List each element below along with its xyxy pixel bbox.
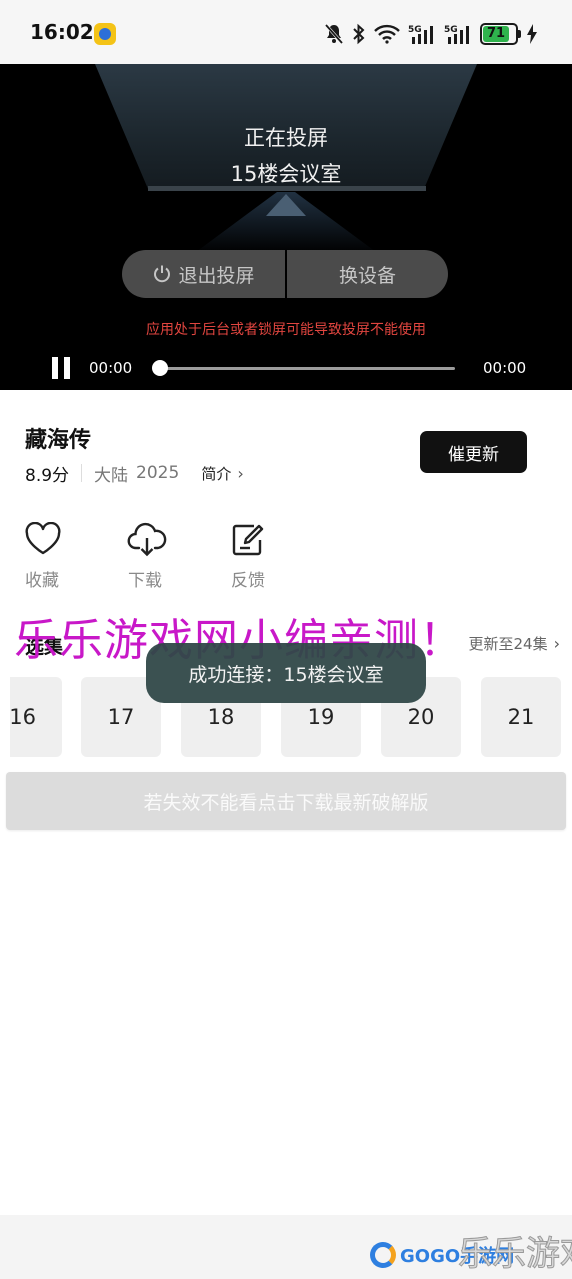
region: 大陆: [94, 465, 129, 486]
cloud-download-icon: [125, 522, 167, 558]
corner-watermark: 乐乐游戏: [458, 1234, 572, 1275]
action-bar: 收藏 下载 反馈: [22, 522, 331, 591]
cast-warning: 应用处于后台或者锁屏可能导致投屏不能使用: [146, 322, 426, 338]
video-player[interactable]: 正在投屏 15楼会议室 退出投屏 换设备 应用处于后台或者锁屏可能导致投屏不能使…: [0, 64, 572, 390]
wifi-icon: [374, 24, 400, 44]
switch-device-label: 换设备: [338, 264, 396, 287]
intro-link[interactable]: 简介 ›: [201, 463, 243, 484]
signal-5g-icon: 5G: [408, 23, 436, 45]
urge-update-button[interactable]: 催更新: [420, 431, 527, 473]
toast-message: 成功连接：15楼会议室: [146, 643, 426, 703]
favorite-label: 收藏: [25, 571, 59, 591]
mute-bell-icon: [324, 23, 344, 45]
player-controls: 00:00 00:00: [0, 354, 572, 382]
chevron-right-icon: ›: [553, 634, 560, 653]
cast-buttons: 退出投屏 换设备: [122, 250, 448, 298]
status-icons: 5G 5G 71: [324, 20, 538, 48]
gogo-logo-icon: [370, 1242, 396, 1268]
power-icon: [152, 264, 172, 284]
download-latest-banner[interactable]: 若失效不能看点击下载最新破解版: [6, 772, 566, 830]
exit-cast-label: 退出投屏: [178, 264, 255, 287]
edit-icon: [228, 522, 266, 558]
pause-icon[interactable]: [51, 357, 71, 379]
feedback-label: 反馈: [231, 571, 265, 591]
updated-label: 更新至24集: [468, 635, 548, 653]
download-label: 下载: [128, 571, 162, 591]
charging-icon: [526, 23, 538, 45]
signal-5g-icon-2: 5G: [444, 23, 472, 45]
heart-icon: [22, 522, 62, 558]
divider: [81, 464, 83, 482]
svg-text:5G: 5G: [444, 25, 458, 35]
show-title: 藏海传: [25, 428, 92, 453]
favorite-button[interactable]: 收藏: [22, 522, 125, 591]
rating: 8.9分: [25, 465, 70, 486]
battery-level: 71: [486, 26, 506, 41]
current-time: 00:00: [89, 359, 133, 377]
feedback-button[interactable]: 反馈: [228, 522, 331, 591]
battery-icon: 71: [480, 23, 521, 45]
intro-label: 简介: [201, 464, 232, 483]
show-meta: 8.9分 大陆 2025 简介 ›: [25, 462, 244, 486]
progress-track[interactable]: [160, 367, 455, 370]
cast-device-name: 15楼会议室: [230, 162, 342, 186]
all-episodes-link[interactable]: 更新至24集 ›: [469, 633, 561, 654]
cast-status: 正在投屏: [244, 126, 328, 150]
progress-thumb[interactable]: [152, 360, 168, 376]
exit-cast-button[interactable]: 退出投屏: [122, 250, 285, 298]
year: 2025: [136, 463, 180, 483]
switch-device-button[interactable]: 换设备: [287, 250, 448, 298]
status-bar: 16:02 5G 5G 71: [0, 0, 572, 64]
status-time: 16:02: [30, 20, 94, 44]
svg-text:5G: 5G: [408, 25, 422, 35]
chevron-right-icon: ›: [237, 463, 244, 483]
download-button[interactable]: 下载: [125, 522, 228, 591]
bluetooth-icon: [352, 23, 366, 45]
total-time: 00:00: [483, 359, 527, 377]
app-notification-icon: [94, 23, 116, 45]
episode-button[interactable]: 21: [481, 677, 561, 757]
episode-button[interactable]: 16: [10, 677, 62, 757]
